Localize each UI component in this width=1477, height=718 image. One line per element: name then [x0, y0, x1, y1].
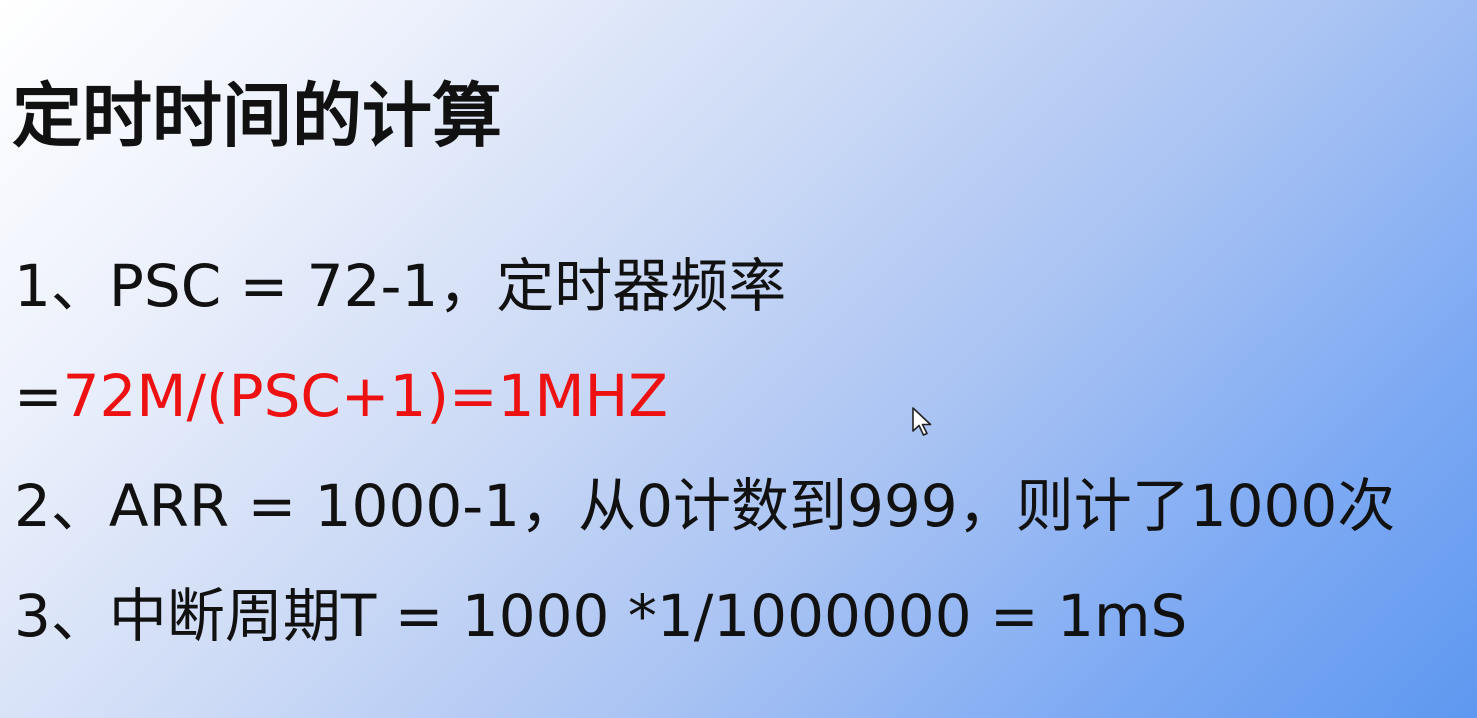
psc-line: 1、PSC = 72-1，定时器频率 [14, 252, 787, 320]
frequency-formula: 72M/(PSC+1)=1MHZ [62, 362, 668, 430]
slide: 定时时间的计算 1、PSC = 72-1，定时器频率 =72M/(PSC+1)=… [0, 0, 1477, 718]
arr-line: 2、ARR = 1000-1，从0计数到999，则计了1000次 [14, 472, 1396, 540]
mouse-pointer-icon [912, 407, 932, 436]
formula-equals-prefix: = [14, 362, 63, 430]
interrupt-period-line: 3、中断周期T = 1000 *1/1000000 = 1mS [14, 582, 1188, 650]
slide-title: 定时时间的计算 [12, 75, 502, 157]
frequency-formula-line: =72M/(PSC+1)=1MHZ [14, 356, 668, 436]
